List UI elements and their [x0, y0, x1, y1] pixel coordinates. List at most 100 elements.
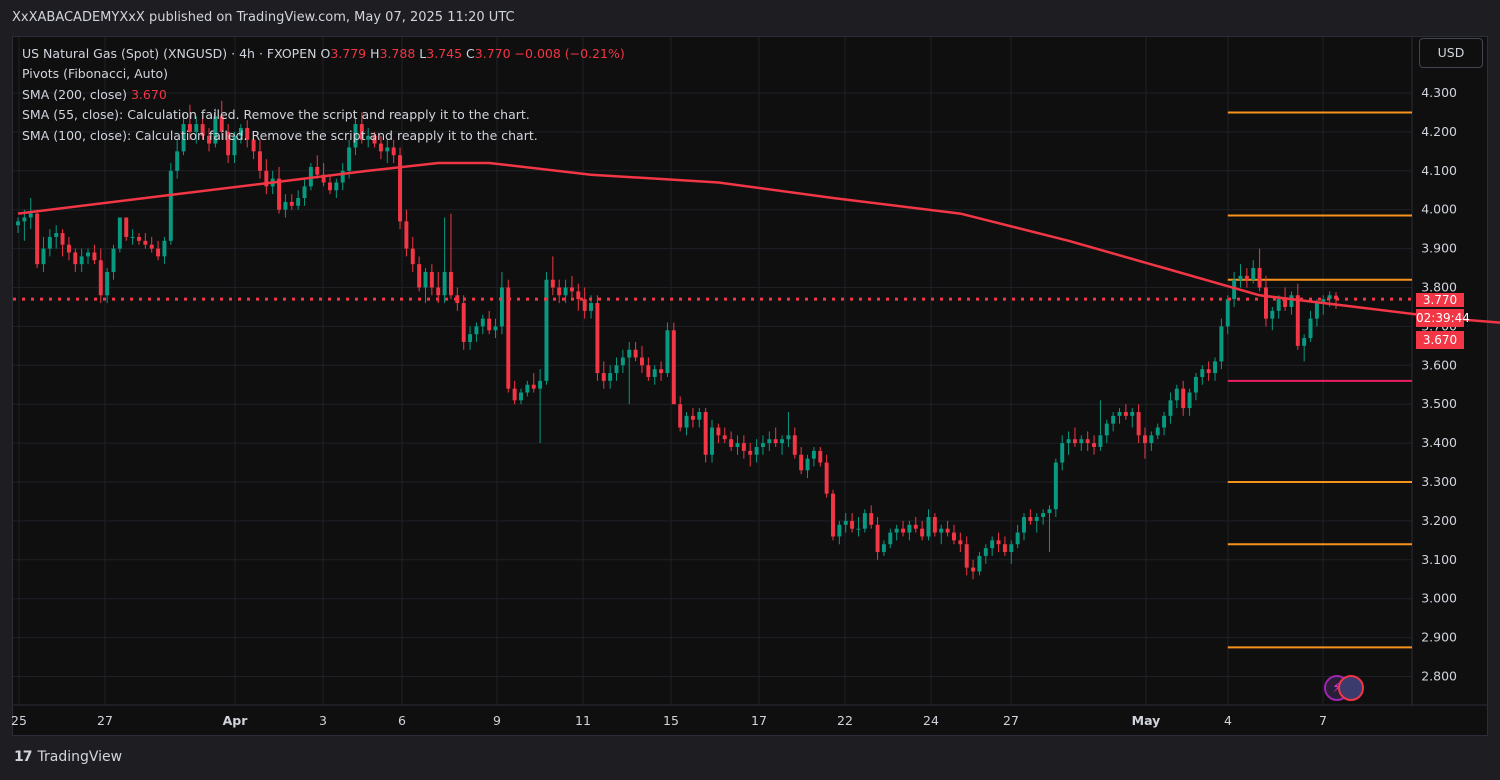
legend-pivots[interactable]: Pivots (Fibonacci, Auto) — [22, 64, 625, 84]
candle-body — [105, 271, 110, 296]
sma200-label: SMA (200, close) — [22, 86, 127, 102]
candle-body — [16, 221, 20, 226]
candle-body — [1302, 338, 1307, 346]
candle-body — [137, 236, 141, 241]
y-tick-label: 4.000 — [1421, 202, 1457, 217]
candle-body — [1206, 369, 1211, 374]
chart-legend: US Natural Gas (Spot) (XNGUSD) · 4h · FX… — [22, 44, 625, 146]
candle-body — [665, 330, 670, 374]
candle-body — [442, 271, 447, 296]
legend-sma100[interactable]: SMA (100, close): Calculation failed. Re… — [22, 126, 625, 146]
candle-body — [767, 439, 772, 444]
candle-body — [86, 252, 91, 257]
candle-body — [1104, 423, 1109, 436]
y-tick-label: 4.200 — [1421, 124, 1457, 139]
candle-body — [1053, 462, 1058, 510]
candle-body — [480, 318, 485, 327]
candle-body — [939, 528, 944, 533]
candle-body — [98, 260, 103, 296]
candle-body — [1193, 376, 1198, 393]
candle-body — [684, 415, 689, 428]
candle-body — [582, 299, 587, 311]
candle-body — [404, 221, 409, 249]
candle-body — [659, 369, 664, 374]
candle-body — [894, 528, 899, 533]
candle-body — [143, 240, 148, 245]
sma200-value: 3.670 — [130, 86, 167, 102]
candle-body — [519, 392, 523, 401]
candle-body — [805, 458, 810, 471]
candle-body — [633, 349, 638, 358]
candle-body — [964, 544, 969, 568]
logo-text: TradingView — [37, 749, 123, 765]
candle-body — [710, 427, 714, 455]
candle-body — [334, 182, 339, 191]
candle-body — [977, 555, 982, 572]
candle-body — [550, 279, 555, 288]
candle-body — [1028, 517, 1033, 521]
legend-sma200-row[interactable]: SMA (200, close) 3.670 — [22, 85, 625, 105]
symbol-label[interactable]: US Natural Gas (Spot) (XNGUSD) · 4h · FX… — [22, 46, 316, 61]
candle-body — [640, 357, 644, 366]
candle-body — [1085, 439, 1090, 444]
candle-body — [277, 178, 282, 210]
candle-body — [328, 182, 332, 191]
candle-body — [92, 252, 97, 261]
candle-body — [1213, 361, 1217, 374]
candle-body — [589, 303, 594, 311]
candle-body — [913, 524, 918, 529]
x-tick-label: 24 — [923, 713, 939, 728]
us-flag-icon[interactable] — [1338, 675, 1364, 701]
candle-body — [843, 520, 848, 525]
candle-body — [1200, 369, 1205, 377]
candle-body — [748, 450, 753, 455]
candle-body — [773, 439, 778, 444]
candle-body — [1143, 435, 1147, 444]
candle-body — [436, 287, 441, 296]
candle-body — [703, 411, 708, 455]
tradingview-logo[interactable]: 17 TradingView — [14, 749, 122, 765]
candle-body — [563, 287, 568, 296]
y-tick-label: 3.600 — [1421, 357, 1457, 372]
currency-button[interactable]: USD — [1419, 38, 1483, 68]
candle-body — [1092, 443, 1097, 447]
candle-body — [1238, 275, 1243, 280]
y-tick-label: 3.200 — [1421, 513, 1457, 528]
candle-body — [1009, 544, 1014, 553]
candle-body — [557, 287, 562, 296]
candle-body — [1263, 287, 1268, 319]
candle-body — [296, 198, 301, 206]
open-label: O — [320, 46, 331, 61]
candle-body — [385, 147, 390, 152]
candle-body — [990, 540, 995, 549]
candle-body — [786, 435, 791, 440]
last-price-tag: 3.770 — [1416, 293, 1464, 307]
candle-body — [652, 369, 657, 377]
candle-body — [697, 411, 702, 420]
legend-sma55[interactable]: SMA (55, close): Calculation failed. Rem… — [22, 105, 625, 125]
candle-body — [35, 213, 40, 265]
candle-body — [175, 151, 180, 171]
candle-body — [315, 166, 320, 175]
candle-body — [410, 248, 415, 265]
candle-body — [448, 271, 453, 296]
candle-body — [1015, 532, 1020, 545]
candle-body — [1022, 517, 1026, 533]
y-tick-label: 2.900 — [1421, 630, 1457, 645]
y-tick-label: 2.800 — [1421, 669, 1457, 684]
candle-body — [837, 524, 842, 537]
x-tick-label: 3 — [319, 713, 327, 728]
candle-body — [996, 540, 1001, 545]
candle-body — [945, 528, 950, 533]
candle-body — [722, 435, 727, 440]
candle-body — [1130, 411, 1135, 416]
candle-body — [168, 170, 173, 241]
candle-body — [257, 151, 262, 171]
candle-body — [875, 524, 880, 553]
candle-body — [525, 384, 530, 393]
candle-body — [111, 248, 116, 272]
candle-body — [1162, 415, 1167, 428]
candle-body — [347, 147, 352, 171]
legend-symbol-row: US Natural Gas (Spot) (XNGUSD) · 4h · FX… — [22, 44, 625, 64]
candle-body — [627, 349, 632, 358]
